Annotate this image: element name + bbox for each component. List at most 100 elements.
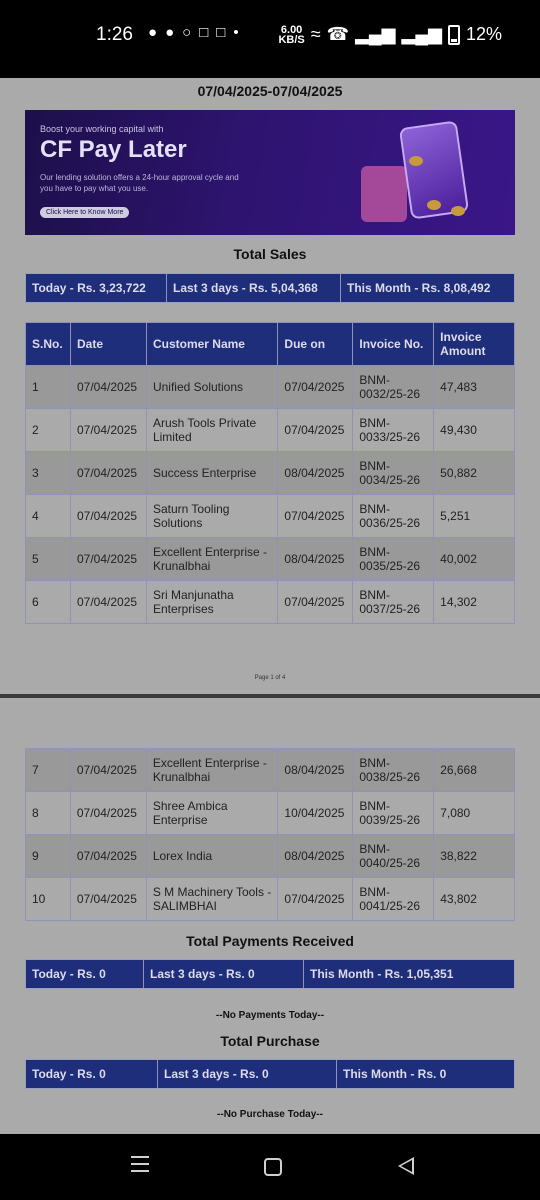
- system-icons: 6.00 KB/S ≈ ☎ ▂▄▆ ▂▄▆ 12%: [278, 24, 502, 45]
- status-time: 1:26: [96, 24, 133, 45]
- purchase-month: This Month - Rs. 0: [343, 1067, 447, 1081]
- payments-title: Total Payments Received: [186, 933, 354, 949]
- chat-icon: ●: [165, 24, 175, 41]
- instagram-icon: □: [216, 24, 226, 41]
- cell-sno: 1: [25, 365, 71, 409]
- payments-today: Today - Rs. 0: [26, 960, 144, 988]
- purchase-today: Today - Rs. 0: [26, 1060, 158, 1088]
- know-more-button[interactable]: Click Here to Know More: [40, 207, 130, 218]
- table-row: 4 07/04/2025 Saturn Tooling Solutions 07…: [25, 494, 515, 538]
- cell-amount: 43,802: [433, 877, 515, 921]
- banner-subtitle: Boost your working capital with: [40, 124, 164, 134]
- col-header: S.No.: [25, 322, 71, 366]
- cell-customer: Saturn Tooling Solutions: [145, 494, 279, 538]
- cell-invoice: BNM-0039/25-26: [352, 791, 435, 835]
- coin-icon: [427, 200, 441, 210]
- recent-apps-icon[interactable]: [131, 1156, 149, 1174]
- cell-invoice: BNM-0038/25-26: [352, 748, 435, 792]
- network-speed: 6.00 KB/S: [278, 23, 305, 46]
- cell-due: 07/04/2025: [277, 877, 354, 921]
- cell-date: 07/04/2025: [69, 580, 147, 624]
- dot-icon: •: [233, 24, 239, 41]
- cell-invoice: BNM-0040/25-26: [352, 834, 435, 878]
- sales-month: This Month - Rs. 8,08,492: [347, 281, 491, 295]
- banner-description: Our lending solution offers a 24-hour ap…: [40, 173, 239, 193]
- cell-amount: 49,430: [433, 408, 515, 452]
- call-icon: ☎: [326, 24, 350, 44]
- cell-amount: 47,483: [433, 365, 515, 409]
- col-header: Invoice No.: [352, 322, 435, 366]
- cell-amount: 40,002: [433, 537, 515, 581]
- table-row: 5 07/04/2025 Excellent Enterprise - Krun…: [25, 537, 515, 581]
- cell-due: 07/04/2025: [277, 408, 354, 452]
- cell-sno: 8: [25, 791, 71, 835]
- cell-amount: 5,251: [433, 494, 515, 538]
- cell-sno: 6: [25, 580, 71, 624]
- coin-icon: [451, 206, 465, 216]
- sales-table-continued: 7 07/04/2025 Excellent Enterprise - Krun…: [25, 748, 515, 921]
- banner-title: CF Pay Later: [40, 136, 187, 163]
- snapchat-icon: ●: [148, 24, 158, 41]
- cell-invoice: BNM-0032/25-26: [352, 365, 435, 409]
- report-page-1: 07/04/2025-07/04/2025 Boost your working…: [0, 78, 540, 694]
- table-row: 2 07/04/2025 Arush Tools Private Limited…: [25, 408, 515, 452]
- report-page-2: 7 07/04/2025 Excellent Enterprise - Krun…: [0, 698, 540, 1134]
- battery-level: 12%: [465, 24, 502, 44]
- cell-amount: 7,080: [433, 791, 515, 835]
- pay-later-banner[interactable]: Boost your working capital with CF Pay L…: [25, 110, 515, 235]
- col-header: Date: [69, 322, 147, 366]
- sales-table: S.No. Date Customer Name Due on Invoice …: [25, 322, 515, 624]
- whatsapp-icon: ○: [182, 24, 192, 41]
- sales-last3: Last 3 days - Rs. 5,04,368: [167, 274, 341, 302]
- cell-sno: 3: [25, 451, 71, 495]
- back-icon[interactable]: [398, 1157, 414, 1175]
- cell-customer: Excellent Enterprise - Krunalbhai: [145, 537, 279, 581]
- table-row: 1 07/04/2025 Unified Solutions 07/04/202…: [25, 365, 515, 409]
- no-payments-note: --No Payments Today--: [215, 1010, 325, 1021]
- cell-sno: 2: [25, 408, 71, 452]
- cell-invoice: BNM-0035/25-26: [352, 537, 435, 581]
- cell-sno: 4: [25, 494, 71, 538]
- cell-customer: Excellent Enterprise - Krunalbhai: [145, 748, 279, 792]
- cell-customer: S M Machinery Tools - SALIMBHAI: [145, 877, 279, 921]
- table-row: 7 07/04/2025 Excellent Enterprise - Krun…: [25, 748, 515, 792]
- payments-month: This Month - Rs. 1,05,351: [310, 967, 454, 981]
- cell-invoice: BNM-0034/25-26: [352, 451, 435, 495]
- table-row: 9 07/04/2025 Lorex India 08/04/2025 BNM-…: [25, 834, 515, 878]
- cell-due: 07/04/2025: [277, 494, 354, 538]
- cell-due: 08/04/2025: [277, 537, 354, 581]
- cell-customer: Unified Solutions: [145, 365, 279, 409]
- cell-customer: Lorex India: [145, 834, 279, 878]
- sales-today: Today - Rs. 3,23,722: [26, 274, 167, 302]
- payments-summary: Today - Rs. 0 Last 3 days - Rs. 0 This M…: [25, 959, 515, 989]
- col-header: Invoice Amount: [433, 322, 515, 366]
- purchase-title: Total Purchase: [220, 1033, 320, 1049]
- page-number: Page 1 of 4: [254, 675, 286, 681]
- coin-icon: [409, 156, 423, 166]
- battery-icon: [447, 24, 460, 45]
- cell-date: 07/04/2025: [69, 494, 147, 538]
- signal-icon: ▂▄▆: [355, 24, 396, 44]
- navigation-bar: [0, 1134, 540, 1200]
- cell-due: 08/04/2025: [277, 748, 354, 792]
- cell-invoice: BNM-0036/25-26: [352, 494, 435, 538]
- notification-icons: ● ● ○ □ □ •: [148, 24, 239, 41]
- cell-customer: Success Enterprise: [145, 451, 279, 495]
- cell-customer: Shree Ambica Enterprise: [145, 791, 279, 835]
- table-row: 6 07/04/2025 Sri Manjunatha Enterprises …: [25, 580, 515, 624]
- wifi-icon: ≈: [310, 24, 321, 44]
- home-icon[interactable]: [264, 1158, 282, 1176]
- status-bar: 1:26 ● ● ○ □ □ • 6.00 KB/S ≈ ☎ ▂▄▆ ▂▄▆ 1…: [0, 0, 540, 78]
- cell-due: 08/04/2025: [277, 451, 354, 495]
- col-header: Customer Name: [145, 322, 279, 366]
- cell-invoice: BNM-0037/25-26: [352, 580, 435, 624]
- cell-date: 07/04/2025: [69, 748, 147, 792]
- purchase-last3: Last 3 days - Rs. 0: [158, 1060, 337, 1088]
- payments-last3: Last 3 days - Rs. 0: [144, 960, 304, 988]
- wallet-illustration: [361, 166, 407, 222]
- purchase-summary: Today - Rs. 0 Last 3 days - Rs. 0 This M…: [25, 1059, 515, 1089]
- cell-customer: Sri Manjunatha Enterprises: [145, 580, 279, 624]
- cell-sno: 10: [25, 877, 71, 921]
- cell-date: 07/04/2025: [69, 834, 147, 878]
- cell-due: 10/04/2025: [277, 791, 354, 835]
